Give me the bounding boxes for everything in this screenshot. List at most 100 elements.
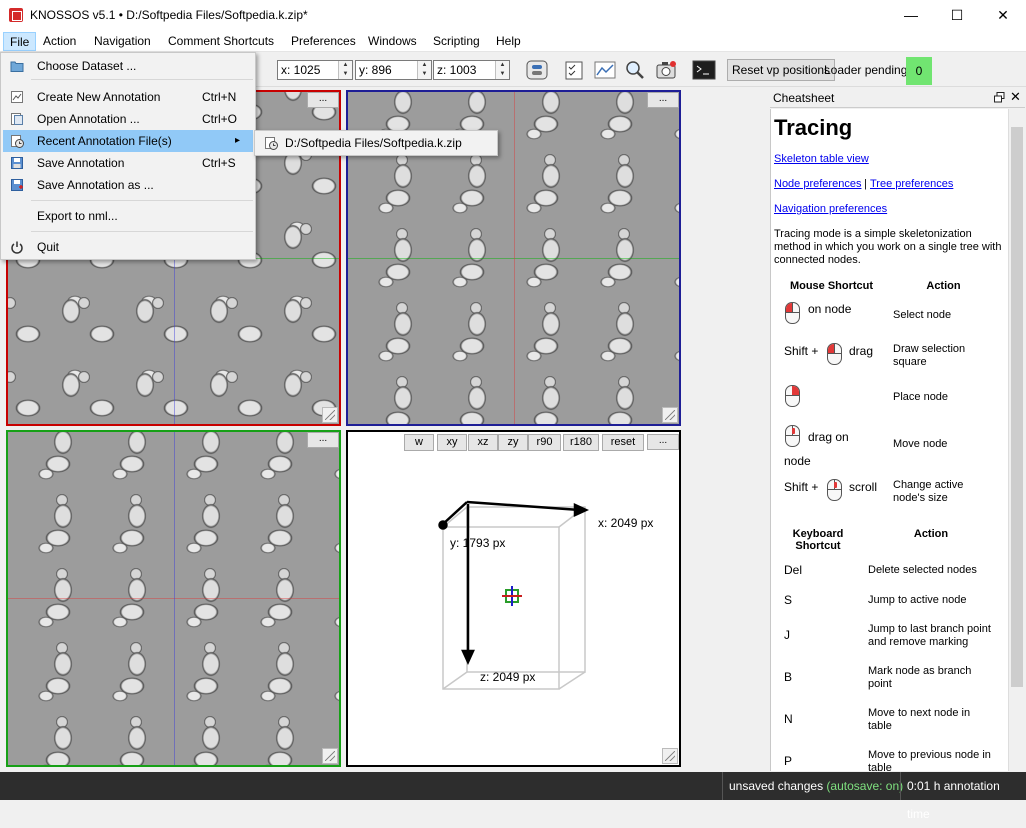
menu-preferences[interactable]: Preferences [285, 32, 362, 51]
keyboard-action-text: Jump to last branch point and remove mar… [868, 623, 991, 648]
keyboard-action-header: Action [913, 528, 949, 540]
menu-item-label: Recent Annotation File(s) [37, 134, 172, 148]
crosshair-vertical [514, 92, 515, 424]
menu-item-save-annotation[interactable]: Save Annotation Ctrl+S [3, 152, 253, 174]
close-button[interactable]: ✕ [980, 0, 1026, 30]
close-dock-icon[interactable]: ✕ [1010, 89, 1021, 105]
menu-scripting[interactable]: Scripting [427, 32, 486, 51]
viewport-3d[interactable]: w xy xz zy r90 r180 reset ... x: 2049 px [346, 430, 681, 767]
camera-icon[interactable] [654, 59, 678, 81]
folder-icon [10, 61, 24, 72]
x-spinner[interactable]: ▲ ▼ [338, 61, 352, 79]
status-bar: unsaved changes (autosave: on) 0:01 h an… [0, 772, 1026, 821]
crosshair-vertical [174, 432, 175, 765]
float-dock-icon[interactable] [994, 92, 1005, 103]
recent-icon [265, 137, 278, 150]
x-coordinate-input[interactable]: x: 1025 ▲ ▼ [277, 60, 353, 80]
window-title: KNOSSOS v5.1 • D:/Softpedia Files/Softpe… [30, 8, 308, 22]
reset-vp-positions-button[interactable]: Reset vp positions [727, 59, 836, 81]
menu-item-choose-dataset[interactable]: Choose Dataset ... [3, 55, 253, 77]
recent-files-submenu: D:/Softpedia Files/Softpedia.k.zip [254, 130, 498, 156]
mouse-action-text: Select node [893, 309, 952, 321]
recent-icon [11, 135, 24, 148]
unsaved-changes-text: unsaved changes [729, 779, 824, 793]
menu-item-create-new-annotation[interactable]: Create New Annotation Ctrl+N [3, 86, 253, 108]
toggle-icon[interactable] [525, 59, 549, 81]
menu-item-save-annotation-as[interactable]: Save Annotation as ... [3, 174, 253, 196]
menu-navigation[interactable]: Navigation [88, 32, 157, 51]
power-icon [11, 241, 23, 254]
viewport-menu-button[interactable]: ... [647, 92, 679, 108]
menu-item-label: Open Annotation ... [37, 112, 140, 126]
maximize-button[interactable]: ☐ [934, 0, 980, 30]
file-menu-dropdown: Choose Dataset ... Create New Annotation… [0, 52, 256, 260]
keyboard-action-text: Mark node as branch point [868, 665, 972, 690]
z-spinner[interactable]: ▲ ▼ [495, 61, 509, 79]
recent-file-item[interactable]: D:/Softpedia Files/Softpedia.k.zip [257, 132, 495, 154]
link-node-preferences[interactable]: Node preferences [774, 178, 861, 190]
keyboard-shortcut-header: Keyboard Shortcut [792, 528, 844, 552]
menu-help[interactable]: Help [490, 32, 527, 51]
menu-item-label: Create New Annotation [37, 90, 161, 104]
menu-comment-shortcuts[interactable]: Comment Shortcuts [162, 32, 280, 51]
link-tree-preferences[interactable]: Tree preferences [870, 178, 953, 190]
y-spinner[interactable]: ▲ ▼ [417, 61, 431, 79]
viewport-resize-grip[interactable] [662, 748, 678, 764]
keyboard-key: B [784, 670, 793, 684]
cheatsheet-panel: Tracing Skeleton table view Node prefere… [770, 109, 1025, 771]
axis-label-y: y: 1793 px [450, 536, 506, 550]
menu-item-label: Export to nml... [37, 209, 118, 223]
mouse-shortcut-text: scroll [849, 480, 878, 494]
terminal-icon[interactable] [692, 59, 716, 81]
graph-icon[interactable] [593, 59, 617, 81]
mouse-action-text: Move node [893, 438, 948, 450]
y-coordinate-input[interactable]: y: 896 ▲ ▼ [355, 60, 432, 80]
cheatsheet-scrollbar[interactable] [1008, 109, 1025, 771]
menu-item-quit[interactable]: Quit [3, 236, 253, 258]
new-annotation-icon [11, 91, 23, 103]
minimize-button[interactable]: — [888, 0, 934, 30]
z-coordinate-input[interactable]: z: 1003 ▲ ▼ [433, 60, 510, 80]
cheatsheet-description: Tracing mode is a simple skeletonization… [774, 228, 1002, 266]
mouse-action-text: Place node [893, 391, 949, 403]
menu-item-recent-annotation-files[interactable]: Recent Annotation File(s) ▸ [3, 130, 253, 152]
loader-pending-value: 0 [906, 57, 932, 85]
mouse-shortcut-header: Mouse Shortcut [789, 280, 874, 292]
menu-item-shortcut: Ctrl+S [202, 156, 236, 170]
magnifier-icon[interactable] [623, 59, 647, 81]
recent-file-path: D:/Softpedia Files/Softpedia.k.zip [285, 136, 462, 150]
keyboard-action-text: Move to previous node in table [868, 749, 991, 771]
viewport-menu-button[interactable]: ... [307, 92, 339, 108]
menu-item-label: Save Annotation as ... [37, 178, 154, 192]
scrollbar-thumb[interactable] [1011, 127, 1023, 687]
autosave-status-text: (autosave: on) [826, 779, 904, 793]
unsaved-changes-status: unsaved changes (autosave: on) [722, 772, 909, 800]
menu-action[interactable]: Action [37, 32, 82, 51]
viewport-menu-button[interactable]: ... [307, 432, 339, 448]
menu-item-export-to-nml[interactable]: Export to nml... [3, 205, 253, 227]
mouse-scroll-icon [827, 479, 842, 501]
mouse-action-text: Change active node's size [893, 479, 964, 504]
keyboard-key: J [784, 628, 790, 642]
menu-separator [31, 200, 253, 201]
menu-item-label: Quit [37, 240, 60, 254]
menu-windows[interactable]: Windows [362, 32, 423, 51]
checklist-icon[interactable] [562, 59, 586, 81]
link-skeleton-table-view[interactable]: Skeleton table view [774, 153, 869, 165]
mouse-shortcut-text: drag [849, 344, 874, 358]
loader-pending-label: Loader pending: [824, 63, 911, 77]
mouse-left-click-icon [785, 302, 800, 324]
keyboard-key: P [784, 754, 793, 768]
viewport-resize-grip[interactable] [322, 748, 338, 764]
keyboard-key: Del [784, 563, 803, 577]
viewport-zy[interactable]: ... [6, 430, 341, 767]
viewport-resize-grip[interactable] [662, 407, 678, 423]
mouse-action-text: Draw selection square [893, 343, 966, 368]
menu-file[interactable]: File [3, 32, 37, 51]
link-navigation-preferences[interactable]: Navigation preferences [774, 203, 887, 215]
menu-item-label: Choose Dataset ... [37, 59, 137, 73]
viewport-resize-grip[interactable] [322, 407, 338, 423]
cheatsheet-dock-title: Cheatsheet ✕ [770, 88, 1025, 108]
menu-item-open-annotation[interactable]: Open Annotation ... Ctrl+O [3, 108, 253, 130]
menu-item-shortcut: Ctrl+N [202, 90, 237, 104]
